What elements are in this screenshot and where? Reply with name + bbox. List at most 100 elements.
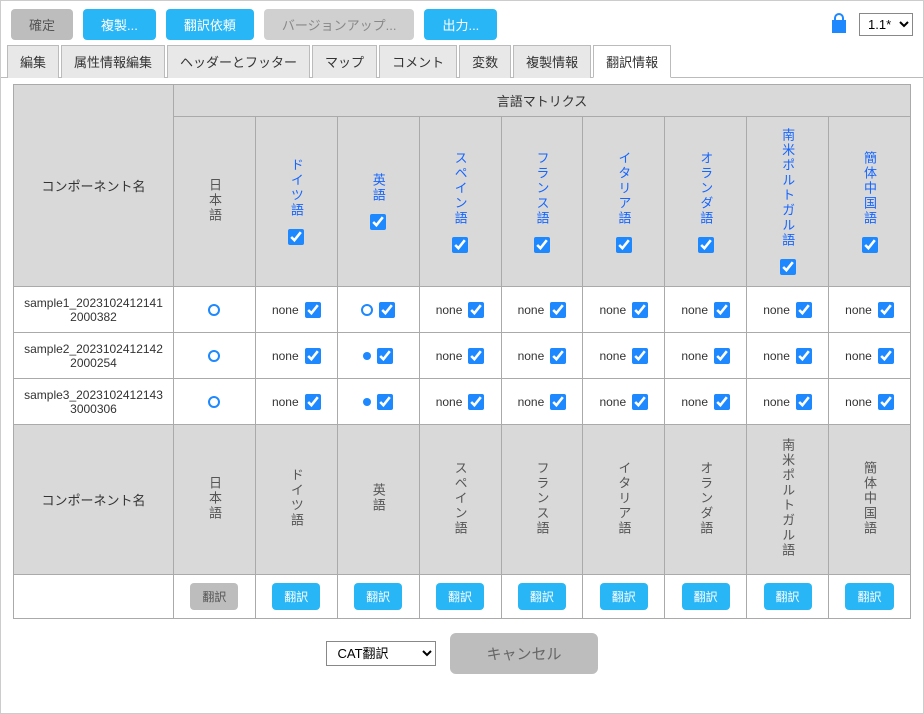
tab-2[interactable]: ヘッダーとフッター	[167, 45, 310, 78]
status-open-icon	[361, 304, 373, 316]
translate-request-button[interactable]: 翻訳依頼	[166, 9, 254, 40]
matrix-cell: none	[829, 379, 911, 425]
tab-1[interactable]: 属性情報編集	[61, 45, 165, 78]
lang-footer-3: スペイン語	[419, 425, 501, 575]
lang-header-8: 簡体中国語	[829, 117, 911, 287]
translate-column-button-3[interactable]: 翻訳	[436, 583, 484, 610]
cell-checkbox[interactable]	[550, 302, 566, 318]
cell-checkbox[interactable]	[878, 394, 894, 410]
translate-column-button-4[interactable]: 翻訳	[518, 583, 566, 610]
cell-checkbox[interactable]	[305, 302, 321, 318]
cell-checkbox[interactable]	[796, 348, 812, 364]
cell-checkbox[interactable]	[550, 394, 566, 410]
translate-column-button-7[interactable]: 翻訳	[764, 583, 812, 610]
status-none-text: none	[436, 395, 463, 409]
cell-checkbox[interactable]	[468, 394, 484, 410]
tab-7[interactable]: 翻訳情報	[593, 45, 671, 78]
status-none-text: none	[681, 349, 708, 363]
matrix-cell	[174, 379, 256, 425]
lang-label: スペイン語	[451, 151, 470, 226]
cell-checkbox[interactable]	[714, 394, 730, 410]
matrix-cell	[337, 333, 419, 379]
status-open-icon	[208, 396, 220, 408]
matrix-cell: none	[255, 379, 337, 425]
lang-header-1: ドイツ語	[255, 117, 337, 287]
cancel-button[interactable]: キャンセル	[450, 633, 597, 674]
lang-header-0: 日本語	[174, 117, 256, 287]
lang-header-checkbox-8[interactable]	[862, 237, 878, 253]
cell-checkbox[interactable]	[377, 348, 393, 364]
cell-checkbox[interactable]	[878, 348, 894, 364]
cell-checkbox[interactable]	[550, 348, 566, 364]
status-dot-icon	[363, 398, 371, 406]
translate-column-button-0: 翻訳	[190, 583, 238, 610]
version-up-button: バージョンアップ...	[264, 9, 415, 40]
lang-header-checkbox-5[interactable]	[616, 237, 632, 253]
status-none-text: none	[272, 395, 299, 409]
status-none-text: none	[845, 349, 872, 363]
cell-checkbox[interactable]	[305, 348, 321, 364]
cell-checkbox[interactable]	[632, 302, 648, 318]
lang-header-checkbox-6[interactable]	[698, 237, 714, 253]
matrix-cell	[174, 287, 256, 333]
matrix-cell: none	[747, 379, 829, 425]
tab-5[interactable]: 変数	[459, 45, 511, 78]
matrix-cell: none	[829, 287, 911, 333]
lang-header-checkbox-3[interactable]	[452, 237, 468, 253]
tab-4[interactable]: コメント	[379, 45, 457, 78]
matrix-cell: none	[583, 287, 665, 333]
lang-label: オランダ語	[696, 151, 715, 226]
cell-checkbox[interactable]	[379, 302, 395, 318]
translate-column-button-2[interactable]: 翻訳	[354, 583, 402, 610]
cell-checkbox[interactable]	[714, 348, 730, 364]
translate-column-button-8[interactable]: 翻訳	[845, 583, 893, 610]
lang-header-checkbox-7[interactable]	[780, 259, 796, 275]
lang-header-5: イタリア語	[583, 117, 665, 287]
lang-header-checkbox-1[interactable]	[288, 229, 304, 245]
status-open-icon	[208, 304, 220, 316]
translate-column-button-5[interactable]: 翻訳	[600, 583, 648, 610]
cell-checkbox[interactable]	[305, 394, 321, 410]
cell-checkbox[interactable]	[377, 394, 393, 410]
status-none-text: none	[599, 349, 626, 363]
status-none-text: none	[681, 395, 708, 409]
cell-checkbox[interactable]	[714, 302, 730, 318]
tab-0[interactable]: 編集	[7, 45, 59, 78]
lang-footer-6: オランダ語	[665, 425, 747, 575]
confirm-button[interactable]: 確定	[11, 9, 73, 40]
component-col-footer: コンポーネント名	[14, 425, 174, 575]
status-none-text: none	[845, 303, 872, 317]
duplicate-button[interactable]: 複製...	[83, 9, 156, 40]
lang-label: 英語	[369, 173, 388, 203]
tab-6[interactable]: 複製情報	[513, 45, 591, 78]
cell-checkbox[interactable]	[468, 302, 484, 318]
version-select[interactable]: 1.1*	[859, 13, 913, 36]
status-none-text: none	[436, 349, 463, 363]
tab-3[interactable]: マップ	[312, 45, 377, 78]
cell-checkbox[interactable]	[796, 394, 812, 410]
status-none-text: none	[845, 395, 872, 409]
lang-header-checkbox-4[interactable]	[534, 237, 550, 253]
cell-checkbox[interactable]	[632, 394, 648, 410]
translate-column-button-1[interactable]: 翻訳	[272, 583, 320, 610]
cell-checkbox[interactable]	[796, 302, 812, 318]
translation-method-select[interactable]: CAT翻訳	[326, 641, 436, 666]
status-none-text: none	[518, 349, 545, 363]
matrix-cell: none	[583, 333, 665, 379]
status-none-text: none	[272, 303, 299, 317]
lang-footer-1: ドイツ語	[255, 425, 337, 575]
status-open-icon	[208, 350, 220, 362]
status-none-text: none	[599, 395, 626, 409]
translate-column-button-6[interactable]: 翻訳	[682, 583, 730, 610]
lang-header-2: 英語	[337, 117, 419, 287]
matrix-cell: none	[255, 287, 337, 333]
cell-checkbox[interactable]	[878, 302, 894, 318]
component-name-cell: sample2_20231024121422000254	[14, 333, 174, 379]
export-button[interactable]: 出力...	[424, 9, 497, 40]
matrix-cell	[337, 287, 419, 333]
matrix-cell: none	[419, 379, 501, 425]
cell-checkbox[interactable]	[632, 348, 648, 364]
cell-checkbox[interactable]	[468, 348, 484, 364]
lang-footer-8: 簡体中国語	[829, 425, 911, 575]
lang-header-checkbox-2[interactable]	[370, 214, 386, 230]
